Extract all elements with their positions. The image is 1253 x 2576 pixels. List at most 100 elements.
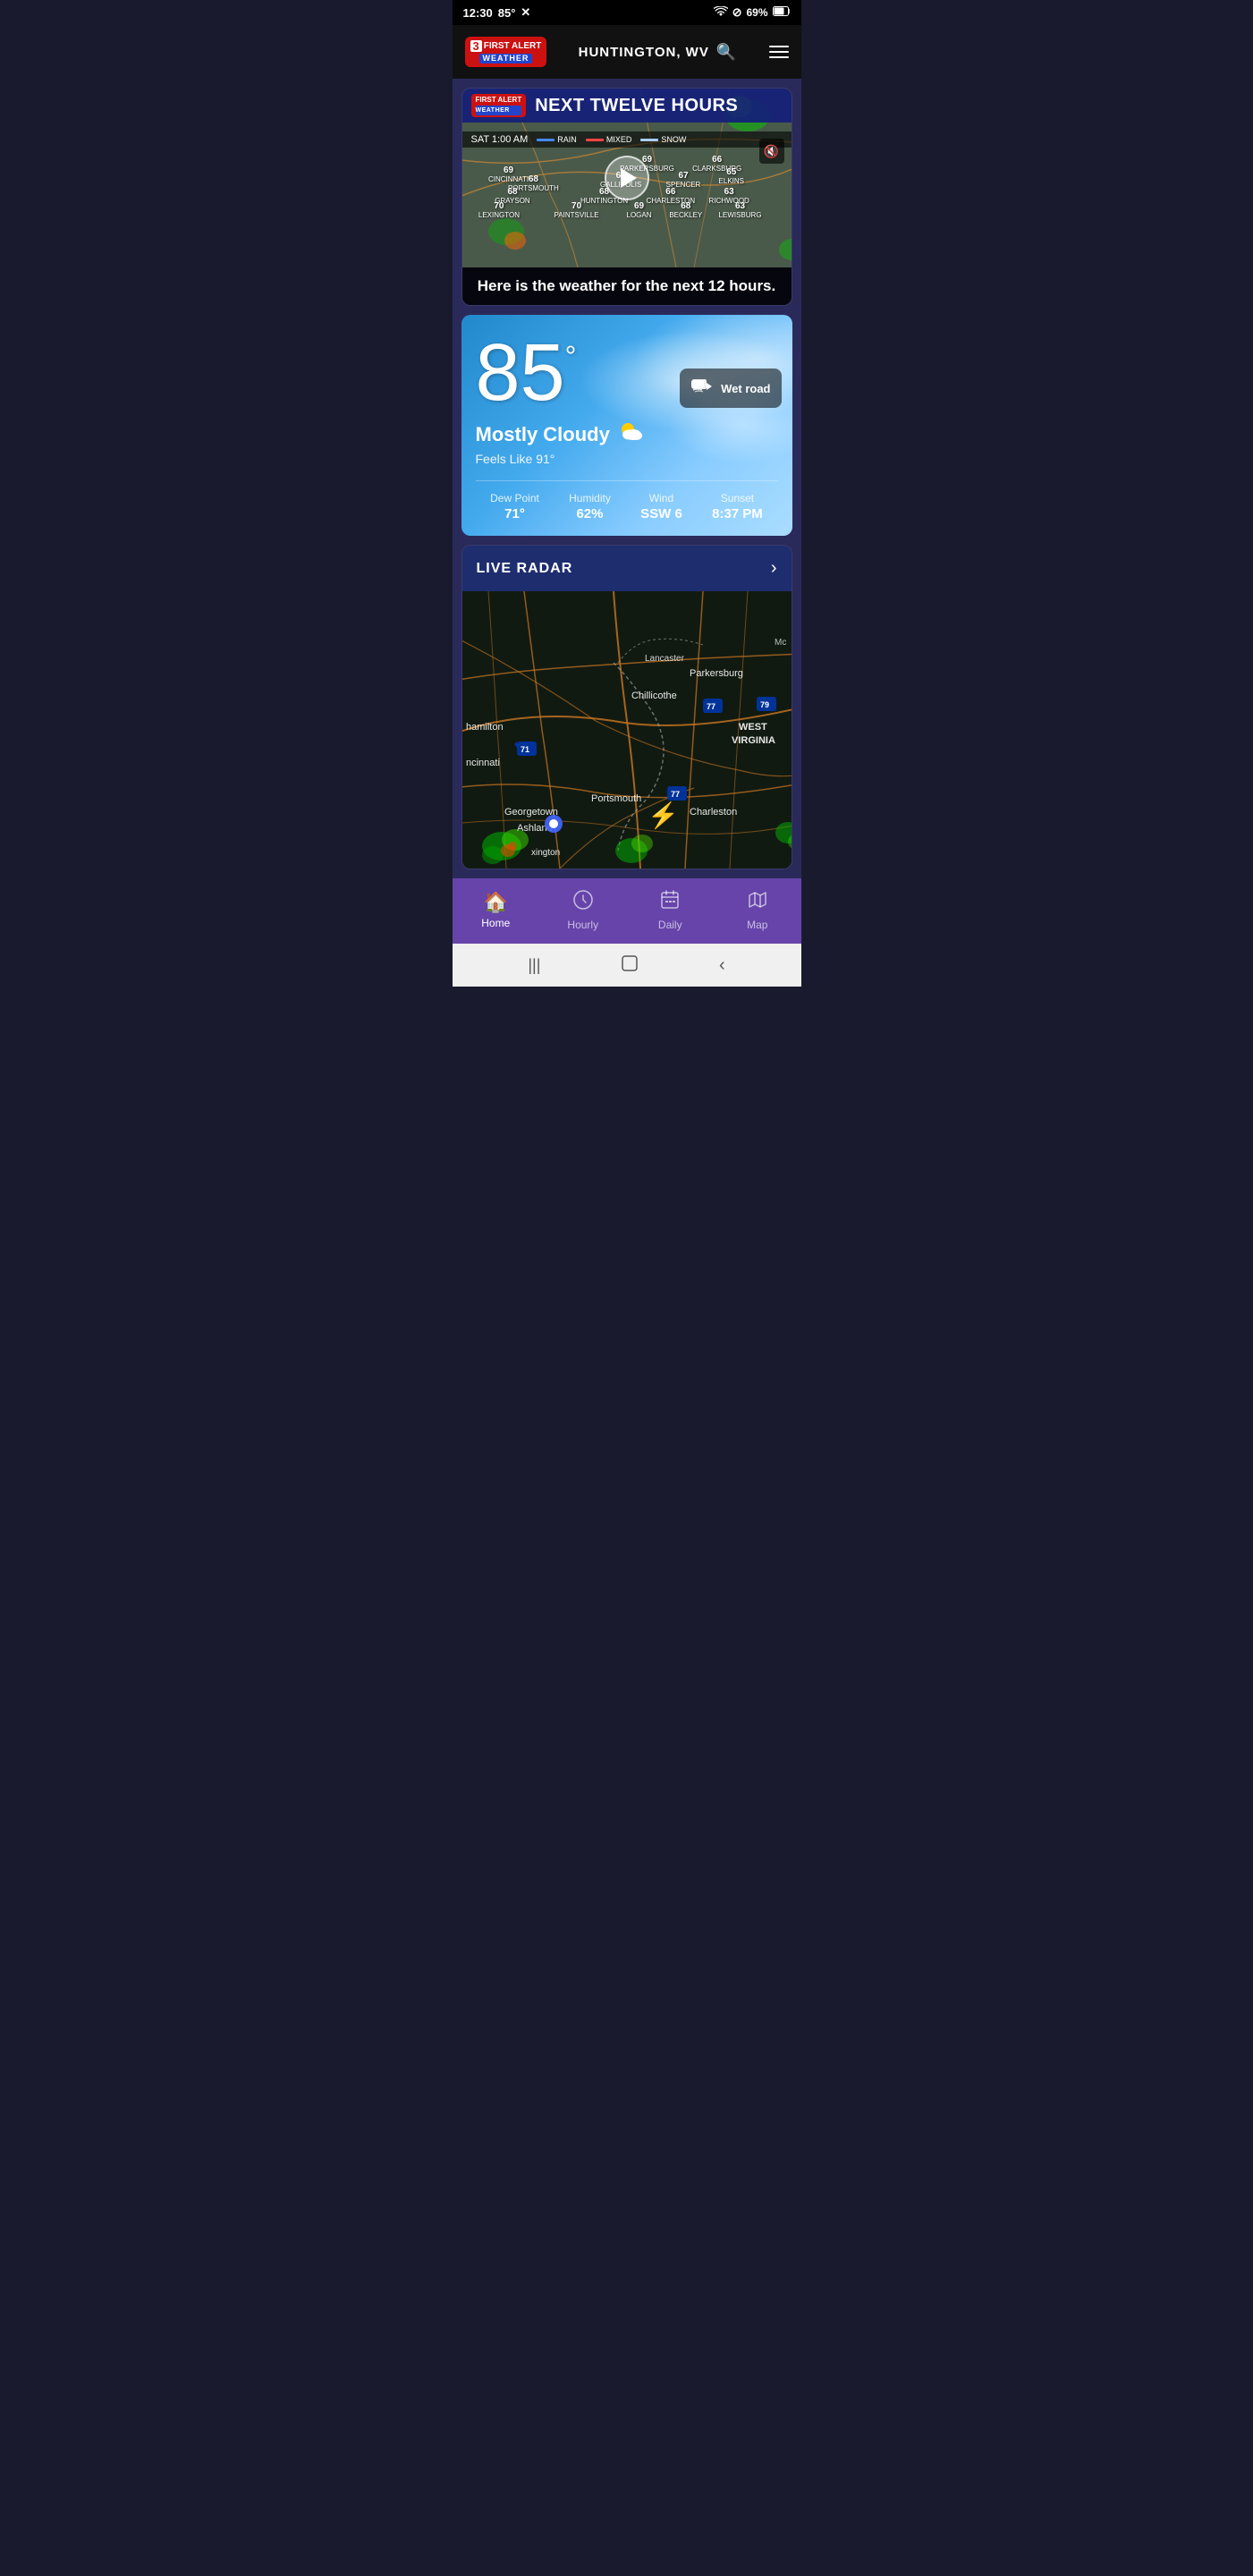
temp-lewisburg: 63LEWISBURG bbox=[719, 201, 762, 219]
status-right: ⊘ 69% bbox=[714, 5, 791, 20]
status-bar: 12:30 85° ✕ ⊘ 69% bbox=[453, 0, 801, 25]
humidity-label: Humidity bbox=[569, 492, 611, 504]
status-app-icon: ✕ bbox=[521, 5, 530, 20]
dew-point-label: Dew Point bbox=[490, 492, 539, 504]
wind-label: Wind bbox=[640, 492, 682, 504]
svg-text:79: 79 bbox=[760, 700, 769, 709]
nav-map-label: Map bbox=[747, 919, 767, 931]
weather-condition-icon bbox=[617, 420, 644, 448]
android-back-button[interactable]: ‹ bbox=[719, 955, 725, 976]
sunset-value: 8:37 PM bbox=[712, 506, 763, 521]
chevron-right-icon: › bbox=[771, 558, 777, 579]
svg-text:xington: xington bbox=[531, 848, 560, 858]
weather-card: Wet road 85 ° Mostly Cloudy bbox=[461, 315, 792, 536]
svg-text:Portsmouth: Portsmouth bbox=[591, 793, 641, 804]
app-header: 3 FIRST ALERT WEATHER HUNTINGTON, WV 🔍 bbox=[453, 25, 801, 79]
video-time-bar: SAT 1:00 AM RAIN MIXED SNOW bbox=[462, 131, 792, 148]
svg-text:Parkersburg: Parkersburg bbox=[690, 668, 743, 679]
logo-top: 3 FIRST ALERT bbox=[470, 40, 542, 52]
speaker-icon: 🔇 bbox=[764, 144, 779, 159]
video-banner: FIRST ALERT WEATHER NEXT TWELVE HOURS bbox=[462, 89, 792, 123]
wet-road-icon bbox=[690, 376, 714, 401]
temp-lexington: 70LEXINGTON bbox=[478, 201, 520, 219]
first-alert-badge: FIRST ALERT WEATHER bbox=[471, 94, 527, 117]
temp-paintsville: 70PAINTSVILLE bbox=[555, 201, 599, 219]
logo-text: FIRST ALERT bbox=[484, 42, 542, 51]
status-temp: 85° bbox=[498, 6, 516, 20]
legend-snow: SNOW bbox=[640, 135, 686, 144]
svg-text:hamilton: hamilton bbox=[466, 722, 504, 733]
stat-dew-point: Dew Point 71° bbox=[490, 492, 539, 521]
search-icon[interactable]: 🔍 bbox=[716, 43, 737, 62]
bottom-nav: 🏠 Home Hourly Daily bbox=[453, 878, 801, 944]
nav-map[interactable]: Map bbox=[714, 886, 801, 935]
mute-button[interactable]: 🔇 bbox=[759, 139, 784, 164]
svg-text:WEST: WEST bbox=[739, 722, 767, 733]
battery-level: 69% bbox=[746, 6, 767, 19]
android-recent-button[interactable]: ||| bbox=[528, 956, 540, 975]
wind-value: SSW 6 bbox=[640, 506, 682, 521]
temp-beckley: 68BECKLEY bbox=[669, 201, 702, 219]
nav-home-label: Home bbox=[481, 917, 510, 929]
legend-rain: RAIN bbox=[537, 135, 577, 144]
nav-hourly[interactable]: Hourly bbox=[539, 886, 627, 935]
svg-text:77: 77 bbox=[671, 790, 680, 799]
do-not-disturb-icon: ⊘ bbox=[732, 5, 742, 20]
wifi-icon bbox=[714, 6, 728, 20]
svg-text:⚡: ⚡ bbox=[648, 801, 679, 830]
video-time: SAT 1:00 AM bbox=[471, 134, 529, 145]
play-button[interactable] bbox=[605, 156, 649, 200]
svg-text:Charleston: Charleston bbox=[690, 807, 737, 818]
temperature-value: 85 bbox=[476, 333, 565, 413]
radar-map[interactable]: hamilton ncinnati Georgetown Chillicothe… bbox=[462, 591, 792, 869]
svg-text:71: 71 bbox=[521, 745, 529, 754]
video-container[interactable]: 69CINCINNATI 69PARKERSBURG 66CLARKSBURG … bbox=[462, 89, 792, 267]
radar-title: LIVE RADAR bbox=[477, 561, 573, 577]
play-triangle-icon bbox=[621, 168, 637, 188]
status-left: 12:30 85° ✕ bbox=[463, 5, 531, 20]
android-home-icon bbox=[621, 954, 639, 977]
svg-text:Chillicothe: Chillicothe bbox=[631, 691, 677, 701]
feels-like: Feels Like 91° bbox=[476, 452, 778, 466]
nav-home[interactable]: 🏠 Home bbox=[453, 887, 540, 933]
svg-text:ncinnati: ncinnati bbox=[466, 758, 500, 768]
status-time: 12:30 bbox=[463, 6, 493, 20]
logo-box: 3 FIRST ALERT WEATHER bbox=[465, 37, 547, 67]
wet-road-badge: Wet road bbox=[680, 369, 781, 408]
main-content: 69CINCINNATI 69PARKERSBURG 66CLARKSBURG … bbox=[453, 79, 801, 878]
radar-card: LIVE RADAR › bbox=[461, 545, 792, 869]
android-home-button[interactable] bbox=[621, 954, 639, 977]
recent-apps-icon: ||| bbox=[528, 956, 540, 975]
nav-hourly-label: Hourly bbox=[567, 919, 598, 931]
menu-button[interactable] bbox=[769, 46, 789, 58]
condition-row: Mostly Cloudy bbox=[476, 420, 778, 448]
back-icon: ‹ bbox=[719, 955, 725, 976]
weather-stats: Dew Point 71° Humidity 62% Wind SSW 6 Su… bbox=[476, 480, 778, 521]
stat-humidity: Humidity 62% bbox=[569, 492, 611, 521]
svg-text:Lancaster: Lancaster bbox=[645, 654, 685, 664]
stat-wind: Wind SSW 6 bbox=[640, 492, 682, 521]
weather-content: Wet road 85 ° Mostly Cloudy bbox=[461, 315, 792, 536]
wet-road-label: Wet road bbox=[721, 382, 770, 395]
hourly-icon bbox=[572, 889, 594, 916]
temp-logan: 69LOGAN bbox=[627, 201, 652, 219]
sunset-label: Sunset bbox=[712, 492, 763, 504]
next-twelve-hours: NEXT TWELVE HOURS bbox=[535, 96, 738, 116]
temp-elkins: 65ELKINS bbox=[719, 167, 744, 185]
logo-number: 3 bbox=[470, 40, 482, 52]
map-icon bbox=[747, 889, 768, 916]
logo-bottom: WEATHER bbox=[479, 54, 533, 64]
condition-text: Mostly Cloudy bbox=[476, 423, 610, 446]
radar-header[interactable]: LIVE RADAR › bbox=[462, 546, 792, 591]
legend-mixed: MIXED bbox=[586, 135, 632, 144]
android-nav-bar: ||| ‹ bbox=[453, 944, 801, 987]
app-logo: 3 FIRST ALERT WEATHER bbox=[465, 37, 547, 67]
nav-daily[interactable]: Daily bbox=[627, 886, 715, 935]
video-card: 69CINCINNATI 69PARKERSBURG 66CLARKSBURG … bbox=[461, 88, 792, 306]
daily-icon bbox=[659, 889, 681, 916]
humidity-value: 62% bbox=[569, 506, 611, 521]
temperature-degree: ° bbox=[565, 342, 577, 370]
home-icon: 🏠 bbox=[484, 891, 508, 914]
svg-text:VIRGINIA: VIRGINIA bbox=[732, 735, 775, 746]
battery-icon bbox=[773, 6, 791, 19]
